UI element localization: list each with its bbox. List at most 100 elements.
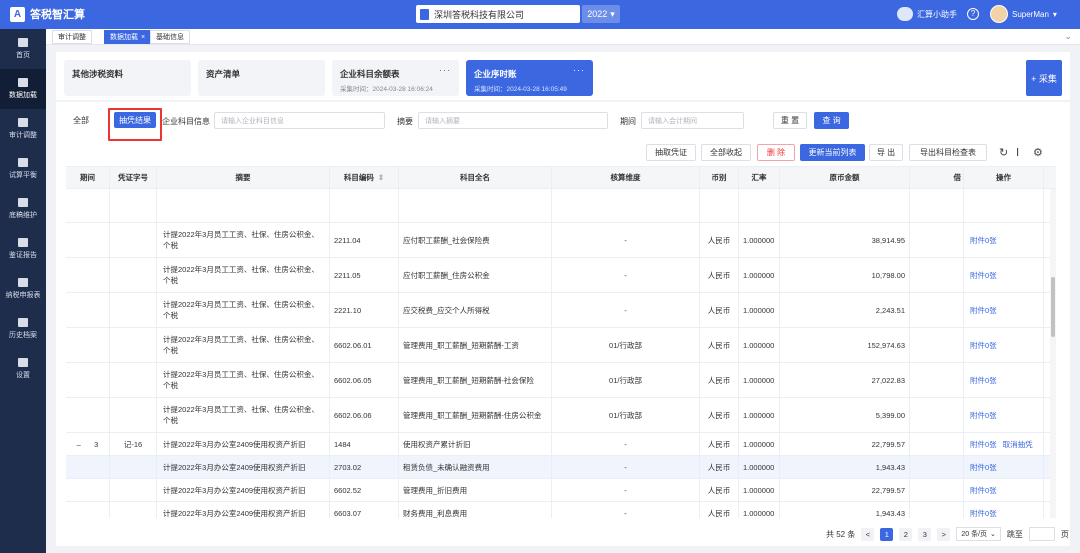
tab-data-load[interactable]: 数据加载 × — [104, 30, 152, 44]
company-selector[interactable]: 深圳答税科技有限公司 — [416, 5, 580, 23]
card-journal[interactable]: 企业序时账 采集时间：2024-03-28 16:05:49 ··· — [466, 60, 593, 96]
period-value: 3 — [94, 439, 99, 449]
page-3-button[interactable]: 3 — [918, 527, 932, 541]
sidebar-item-tax-return[interactable]: 纳税申报表 — [0, 269, 46, 309]
more-icon[interactable]: ··· — [439, 65, 451, 75]
rate-cell: 1.000000 — [739, 293, 780, 327]
debit-cell — [910, 189, 964, 222]
table-scrollbar[interactable] — [1050, 189, 1056, 518]
collapse-all-button[interactable]: 全部收起 — [701, 144, 751, 161]
sidebar-item-archive[interactable]: 历史档案 — [0, 309, 46, 349]
debit-cell — [910, 258, 964, 292]
delete-button[interactable]: 删 除 — [757, 144, 795, 161]
sidebar-item-settings[interactable]: 设置 — [0, 349, 46, 389]
settings-icon[interactable]: ⚙ — [1033, 146, 1043, 159]
table-row[interactable]: 计提2022年3月员工工资、社保、住房公积金、个税 2211.05 应付职工薪酬_住… — [66, 258, 1056, 293]
close-icon[interactable]: × — [141, 34, 145, 41]
page-2-button[interactable]: 2 — [899, 527, 913, 541]
col-currency: 币别 — [700, 167, 739, 188]
table-row[interactable]: 计提2022年3月办公室2409使用权资产折旧 6602.52 管理费用_折旧费用 -… — [66, 479, 1056, 502]
dimension-cell: - — [552, 293, 700, 327]
user-menu[interactable]: SuperMan ▾ — [990, 5, 1057, 23]
extract-voucher-button[interactable]: 抽取凭证 — [646, 144, 696, 161]
subject-input[interactable]: 请输入企业科目信息 — [214, 112, 385, 129]
tab-basic-info[interactable]: 基础信息 — [150, 30, 190, 44]
column-height-icon[interactable]: Ⅰ — [1016, 146, 1019, 159]
jump-input[interactable] — [1028, 527, 1055, 541]
chevron-down-icon[interactable]: ⌄ — [1064, 31, 1072, 42]
card-asset-list[interactable]: 资产清单 — [198, 60, 325, 96]
page-size-select[interactable]: 20 条/页 ⌄ — [956, 527, 1001, 541]
col-period: 期间 — [66, 167, 110, 188]
more-icon[interactable]: ··· — [573, 65, 585, 75]
debit-cell — [910, 223, 964, 257]
period-input[interactable]: 请输入会计期间 — [641, 112, 744, 129]
card-title: 企业序时账 — [474, 69, 517, 79]
scrollbar-thumb[interactable] — [1051, 277, 1055, 337]
subject-name-cell: 应付职工薪酬_住房公积金 — [399, 258, 552, 292]
card-title: 企业科目余额表 — [340, 69, 400, 79]
debit-cell — [910, 398, 964, 432]
table-row[interactable] — [66, 189, 1056, 223]
sidebar: 首页 数据加载 审计调整 试算平衡 底稿维护 鉴证报告 纳税申报表 历史档案 设… — [0, 29, 46, 553]
collect-button[interactable]: + 采集 — [1026, 60, 1062, 96]
sidebar-item-audit-adjust[interactable]: 审计调整 — [0, 109, 46, 149]
table-row[interactable]: 计提2022年3月办公室2409使用权资产折旧 2703.02 租赁负债_未确认融资… — [66, 456, 1056, 479]
summary-label: 摘要 — [397, 117, 413, 126]
sidebar-item-trial-balance[interactable]: 试算平衡 — [0, 149, 46, 189]
period-cell — [66, 258, 110, 292]
sidebar-item-label: 历史档案 — [9, 332, 37, 339]
company-name: 深圳答税科技有限公司 — [434, 9, 525, 20]
currency-cell — [700, 189, 739, 222]
rate-cell: 1.000000 — [739, 398, 780, 432]
debit-cell — [910, 456, 964, 478]
period-cell — [66, 502, 110, 518]
card-other-tax-materials[interactable]: 其他涉税资料 — [64, 60, 191, 96]
query-button[interactable]: 查 询 — [814, 112, 849, 129]
subject-code-cell: 2211.05 — [330, 258, 399, 292]
table-row[interactable]: 计提2022年3月员工工资、社保、住房公积金、个税 6602.06.01 管理费用_… — [66, 328, 1056, 363]
debit-cell — [910, 363, 964, 397]
subject-code-cell: 2211.04 — [330, 223, 399, 257]
refresh-icon[interactable]: ↻ — [999, 146, 1008, 159]
sidebar-item-workpaper[interactable]: 底稿维护 — [0, 189, 46, 229]
table-row[interactable]: –3 记-16 计提2022年3月办公室2409使用权资产折旧 1484 使用权资产累计… — [66, 433, 1056, 456]
table-row[interactable]: 计提2022年3月员工工资、社保、住房公积金、个税 6602.06.06 管理费用_… — [66, 398, 1056, 433]
database-icon — [18, 78, 28, 87]
amount-cell: 2,243.51 — [780, 293, 910, 327]
card-account-balance[interactable]: 企业科目余额表 采集时间：2024-03-28 16:06:24 ··· — [332, 60, 459, 96]
amount-cell: 1,943.43 — [780, 502, 910, 518]
tab-label: 数据加载 — [110, 34, 138, 41]
export-check-table-button[interactable]: 导出科目检查表 — [909, 144, 987, 161]
next-page-button[interactable]: > — [937, 527, 951, 541]
export-button[interactable]: 导 出 — [869, 144, 903, 161]
summary-input[interactable]: 请输入摘要 — [418, 112, 608, 129]
sidebar-item-report[interactable]: 鉴证报告 — [0, 229, 46, 269]
update-list-button[interactable]: 更新当前列表 — [800, 144, 865, 161]
page-1-button[interactable]: 1 — [880, 527, 894, 541]
table-row[interactable]: 计提2022年3月员工工资、社保、住房公积金、个税 6602.06.05 管理费用_… — [66, 363, 1056, 398]
subject-code-cell: 1484 — [330, 433, 399, 455]
reset-button[interactable]: 重 置 — [773, 112, 807, 129]
sidebar-item-home[interactable]: 首页 — [0, 29, 46, 69]
col-subject-name: 科目全名 — [399, 167, 552, 188]
help-icon[interactable]: ? — [967, 8, 979, 20]
subject-code-cell: 6602.06.06 — [330, 398, 399, 432]
archive-icon — [18, 318, 28, 327]
assistant-button[interactable]: 汇算小助手 — [897, 7, 957, 21]
app-logo[interactable]: A 答税智汇算 — [10, 6, 85, 22]
filter-tab-all[interactable]: 全部 — [66, 112, 96, 128]
table-row[interactable]: 计提2022年3月办公室2409使用权资产折旧 6603.07 财务费用_利息费用 -… — [66, 502, 1056, 518]
col-subject-code[interactable]: 科目编码 ⇕ — [330, 167, 399, 188]
table-row[interactable]: 计提2022年3月员工工资、社保、住房公积金、个税 2211.04 应付职工薪酬_社… — [66, 223, 1056, 258]
prev-page-button[interactable]: < — [861, 527, 875, 541]
table-row[interactable]: 计提2022年3月员工工资、社保、住房公积金、个税 2221.10 应交税费_应交个… — [66, 293, 1056, 328]
sort-icon[interactable]: ⇕ — [378, 173, 384, 182]
sidebar-item-data-load[interactable]: 数据加载 — [0, 69, 46, 109]
tab-audit-adjust[interactable]: 审计调整 — [52, 30, 92, 44]
debit-cell — [910, 479, 964, 501]
scale-icon — [18, 158, 28, 167]
collapse-toggle-icon[interactable]: – — [77, 440, 81, 449]
year-selector[interactable]: 2022 ▾ — [582, 5, 620, 23]
voucher-cell — [110, 363, 157, 397]
